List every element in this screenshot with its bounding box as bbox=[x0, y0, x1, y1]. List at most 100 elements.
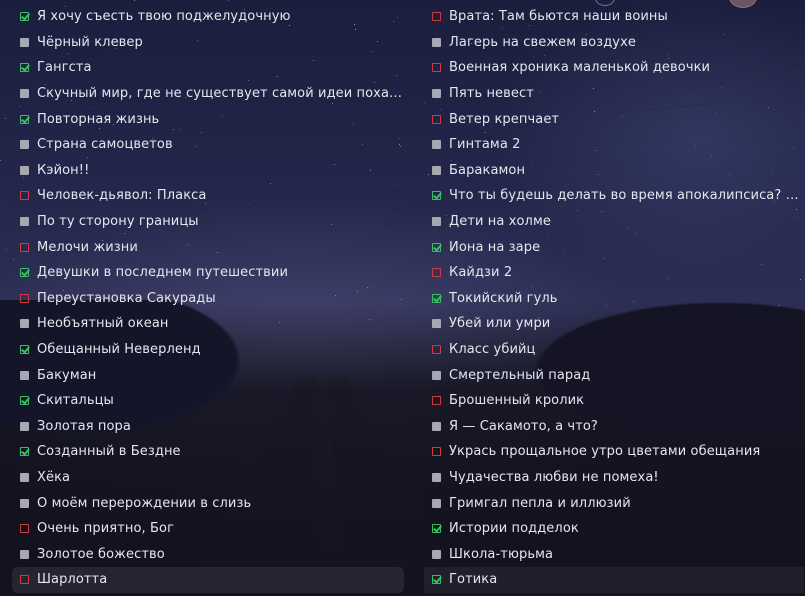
list-item[interactable]: Переустановка Сакурады bbox=[12, 286, 404, 312]
checkmark-icon[interactable] bbox=[432, 575, 441, 585]
list-item[interactable]: Скитальцы bbox=[12, 388, 404, 414]
list-item-title: Лагерь на свежем воздухе bbox=[449, 34, 636, 50]
planned-box-icon[interactable] bbox=[20, 421, 29, 431]
list-item[interactable]: Девушки в последнем путешествии bbox=[12, 260, 404, 286]
list-item[interactable]: Укрась прощальное утро цветами обещания bbox=[424, 439, 804, 465]
checkmark-icon[interactable] bbox=[432, 191, 441, 201]
planned-box-icon[interactable] bbox=[20, 319, 29, 329]
planned-box-icon[interactable] bbox=[432, 89, 441, 99]
checkmark-icon[interactable] bbox=[20, 447, 29, 457]
list-item[interactable]: Брошенный кролик bbox=[424, 388, 804, 414]
planned-box-icon[interactable] bbox=[432, 498, 441, 508]
list-item-title: Дети на холме bbox=[449, 214, 551, 230]
list-item-title: Необъятный океан bbox=[37, 316, 169, 332]
checkmark-icon[interactable] bbox=[432, 293, 441, 303]
checkmark-icon[interactable] bbox=[20, 63, 29, 73]
list-item[interactable]: Шарлотта bbox=[12, 567, 404, 593]
list-item[interactable]: Очень приятно, Бог bbox=[12, 516, 404, 542]
list-item[interactable]: Золотое божество bbox=[12, 541, 404, 567]
dropped-box-icon[interactable] bbox=[432, 268, 441, 278]
checkmark-icon[interactable] bbox=[20, 12, 29, 22]
list-item[interactable]: Кэйон!! bbox=[12, 158, 404, 184]
list-item[interactable]: Чудачества любви не помеха! bbox=[424, 465, 804, 491]
planned-box-icon[interactable] bbox=[432, 421, 441, 431]
planned-box-icon[interactable] bbox=[20, 165, 29, 175]
list-item[interactable]: Необъятный океан bbox=[12, 311, 404, 337]
list-item[interactable]: Я хочу съесть твою поджелудочную bbox=[12, 4, 404, 30]
list-item[interactable]: Мелочи жизни bbox=[12, 234, 404, 260]
list-item[interactable]: Я — Сакамото, а что? bbox=[424, 414, 804, 440]
planned-box-icon[interactable] bbox=[20, 89, 29, 99]
list-item[interactable]: Гинтама 2 bbox=[424, 132, 804, 158]
list-item[interactable]: Йона на заре bbox=[424, 234, 804, 260]
list-item[interactable]: Гримгал пепла и иллюзий bbox=[424, 490, 804, 516]
list-item[interactable]: Пять невест bbox=[424, 81, 804, 107]
dropped-box-icon[interactable] bbox=[20, 575, 29, 585]
list-item[interactable]: Лагерь на свежем воздухе bbox=[424, 30, 804, 56]
list-item[interactable]: Истории подделок bbox=[424, 516, 804, 542]
planned-box-icon[interactable] bbox=[20, 549, 29, 559]
list-item[interactable]: Кайдзи 2 bbox=[424, 260, 804, 286]
list-item[interactable]: Убей или умри bbox=[424, 311, 804, 337]
planned-box-icon[interactable] bbox=[432, 37, 441, 47]
list-item-title: Йона на заре bbox=[449, 239, 541, 255]
list-item[interactable]: Страна самоцветов bbox=[12, 132, 404, 158]
planned-box-icon[interactable] bbox=[20, 370, 29, 380]
planned-box-icon[interactable] bbox=[20, 498, 29, 508]
planned-box-icon[interactable] bbox=[432, 319, 441, 329]
list-item[interactable]: Токийский гуль bbox=[424, 286, 804, 312]
list-item[interactable]: По ту сторону границы bbox=[12, 209, 404, 235]
checkmark-icon[interactable] bbox=[20, 114, 29, 124]
list-item-title: Ветер крепчает bbox=[449, 111, 560, 127]
planned-box-icon[interactable] bbox=[432, 165, 441, 175]
dropped-box-icon[interactable] bbox=[432, 12, 441, 22]
list-item[interactable]: Готика bbox=[424, 567, 804, 593]
planned-box-icon[interactable] bbox=[20, 37, 29, 47]
list-item[interactable]: Обещанный Неверленд bbox=[12, 337, 404, 363]
list-item-title: Переустановка Сакурады bbox=[37, 290, 216, 306]
dropped-box-icon[interactable] bbox=[432, 63, 441, 73]
list-item[interactable]: Школа-тюрьма bbox=[424, 541, 804, 567]
checkmark-icon[interactable] bbox=[20, 396, 29, 406]
dropped-box-icon[interactable] bbox=[432, 447, 441, 457]
list-item[interactable]: Человек-дьявол: Плакса bbox=[12, 183, 404, 209]
planned-box-icon[interactable] bbox=[20, 217, 29, 227]
list-item[interactable]: Класс убийц bbox=[424, 337, 804, 363]
list-item[interactable]: Чёрный клевер bbox=[12, 30, 404, 56]
dropped-box-icon[interactable] bbox=[20, 293, 29, 303]
list-item[interactable]: Что ты будешь делать во время апокалипси… bbox=[424, 183, 804, 209]
list-item[interactable]: Бакуман bbox=[12, 362, 404, 388]
planned-box-icon[interactable] bbox=[432, 472, 441, 482]
list-item[interactable]: Золотая пора bbox=[12, 414, 404, 440]
dropped-box-icon[interactable] bbox=[432, 345, 441, 355]
dropped-box-icon[interactable] bbox=[20, 191, 29, 201]
list-item-title: Военная хроника маленькой девочки bbox=[449, 60, 711, 76]
planned-box-icon[interactable] bbox=[432, 217, 441, 227]
list-item[interactable]: Смертельный парад bbox=[424, 362, 804, 388]
list-item[interactable]: Созданный в Бездне bbox=[12, 439, 404, 465]
list-item-title: Бакуман bbox=[37, 367, 97, 383]
list-item[interactable]: О моём перерождении в слизь bbox=[12, 490, 404, 516]
planned-box-icon[interactable] bbox=[432, 370, 441, 380]
planned-box-icon[interactable] bbox=[432, 140, 441, 150]
dropped-box-icon[interactable] bbox=[20, 524, 29, 534]
checkmark-icon[interactable] bbox=[20, 268, 29, 278]
checkmark-icon[interactable] bbox=[432, 242, 441, 252]
dropped-box-icon[interactable] bbox=[20, 242, 29, 252]
planned-box-icon[interactable] bbox=[20, 140, 29, 150]
dropped-box-icon[interactable] bbox=[432, 396, 441, 406]
checkmark-icon[interactable] bbox=[20, 345, 29, 355]
list-item[interactable]: Хёка bbox=[12, 465, 404, 491]
planned-box-icon[interactable] bbox=[20, 472, 29, 482]
list-item[interactable]: Баракамон bbox=[424, 158, 804, 184]
list-item[interactable]: Ветер крепчает bbox=[424, 106, 804, 132]
list-item[interactable]: Врата: Там бьются наши воины bbox=[424, 4, 804, 30]
checkmark-icon[interactable] bbox=[432, 524, 441, 534]
list-item[interactable]: Повторная жизнь bbox=[12, 106, 404, 132]
list-item[interactable]: Гангста bbox=[12, 55, 404, 81]
planned-box-icon[interactable] bbox=[432, 549, 441, 559]
dropped-box-icon[interactable] bbox=[432, 114, 441, 124]
list-item[interactable]: Дети на холме bbox=[424, 209, 804, 235]
list-item[interactable]: Военная хроника маленькой девочки bbox=[424, 55, 804, 81]
list-item[interactable]: Скучный мир, где не существует самой иде… bbox=[12, 81, 404, 107]
